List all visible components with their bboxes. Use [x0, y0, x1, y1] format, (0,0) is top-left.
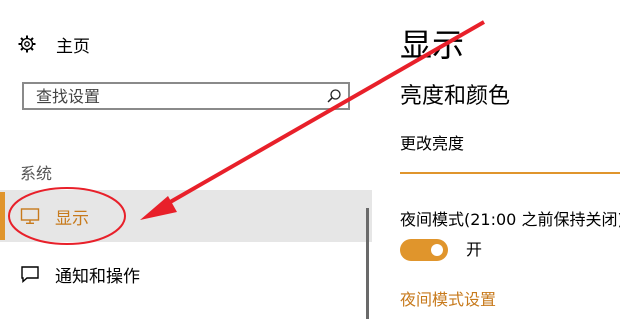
- brightness-label: 更改亮度: [400, 134, 465, 153]
- main-content: 显示 亮度和颜色 更改亮度 夜间模式(21:00 之前保持关闭) 开 夜间模式设…: [372, 0, 620, 319]
- notification-icon: [21, 266, 39, 284]
- active-indicator: [0, 192, 5, 240]
- night-mode-settings-link[interactable]: 夜间模式设置: [400, 286, 496, 310]
- sidebar-item-notifications[interactable]: 通知和操作: [0, 248, 372, 300]
- sidebar-item-display[interactable]: 显示: [0, 190, 372, 242]
- search-input[interactable]: [34, 85, 318, 107]
- night-mode-toggle[interactable]: [400, 239, 448, 261]
- sidebar-item-label: 显示: [55, 208, 89, 229]
- search-icon[interactable]: [326, 88, 342, 104]
- sidebar: 主页 系统 显示 通知和操作: [0, 0, 372, 319]
- gear-icon: [18, 35, 36, 53]
- toggle-state-label: 开: [466, 240, 483, 259]
- brightness-slider[interactable]: [400, 172, 620, 174]
- search-box[interactable]: [22, 82, 350, 110]
- night-mode-label: 夜间模式(21:00 之前保持关闭): [400, 210, 620, 229]
- home-label: 主页: [56, 36, 90, 57]
- home-link[interactable]: 主页: [18, 30, 90, 58]
- sidebar-item-label: 通知和操作: [55, 266, 140, 287]
- section-title: 系统: [20, 164, 53, 183]
- scrollbar[interactable]: [366, 208, 369, 319]
- section-heading: 亮度和颜色: [400, 84, 511, 109]
- toggle-knob: [431, 244, 443, 256]
- page-title: 显示: [400, 26, 465, 64]
- monitor-icon: [20, 208, 40, 224]
